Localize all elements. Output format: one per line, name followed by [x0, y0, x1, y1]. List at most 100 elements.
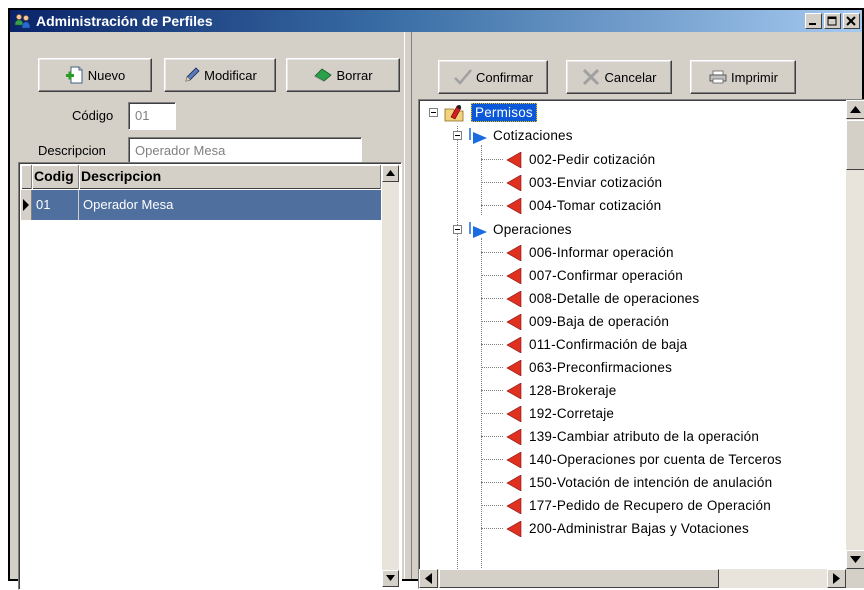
printer-icon	[709, 70, 727, 84]
profiles-grid: Codig Descripcion 01 Operador Mesa	[18, 162, 402, 590]
cell-codigo[interactable]: 01	[32, 190, 79, 220]
title-bar[interactable]: Administración de Perfiles	[10, 10, 862, 32]
group-collapse-icon[interactable]	[453, 131, 462, 140]
tree-item[interactable]: 002-Pedir cotización	[505, 148, 655, 171]
cell-descripcion[interactable]: Operador Mesa	[79, 190, 381, 220]
imprimir-label: Imprimir	[731, 69, 778, 85]
root-collapse-icon[interactable]	[429, 108, 438, 117]
permission-item-icon	[506, 520, 522, 537]
new-document-icon	[65, 66, 83, 84]
cancelar-button[interactable]: Cancelar	[566, 60, 672, 94]
tree-item[interactable]: 192-Corretaje	[505, 402, 614, 425]
scroll-down-icon[interactable]	[846, 550, 864, 569]
codigo-field[interactable]: 01	[128, 102, 176, 130]
grid-header: Codig Descripcion	[21, 165, 381, 189]
tree-item[interactable]: 128-Brokeraje	[505, 379, 616, 402]
tree-item-label: 150-Votación de intención de anulación	[529, 475, 773, 490]
modificar-button[interactable]: Modificar	[164, 58, 276, 92]
hscroll-thumb[interactable]	[439, 569, 719, 588]
permission-item-icon	[506, 267, 522, 284]
confirmar-button[interactable]: Confirmar	[438, 60, 548, 94]
tree-item[interactable]: 140-Operaciones por cuenta de Terceros	[505, 448, 782, 471]
tree-root-node[interactable]: Permisos	[443, 101, 537, 124]
tree-item[interactable]: 004-Tomar cotización	[505, 194, 661, 217]
modificar-label: Modificar	[204, 67, 257, 83]
tree-item-label: 007-Confirmar operación	[529, 268, 683, 283]
tree-item[interactable]: 007-Confirmar operación	[505, 264, 683, 287]
tree-item-label: 192-Corretaje	[529, 406, 615, 421]
tree-root-label: Permisos	[471, 103, 537, 122]
profiles-panel: Nuevo Modificar Borrar Código 01 Descrip…	[10, 32, 404, 590]
scroll-down-icon[interactable]	[382, 570, 399, 587]
eraser-icon	[314, 68, 333, 82]
tree-item-label: 009-Baja de operación	[529, 314, 670, 329]
tree-item-label: 003-Enviar cotización	[529, 175, 663, 190]
tree-item-label: 177-Pedido de Recupero de Operación	[529, 498, 771, 513]
pencil-icon	[185, 67, 200, 82]
group-collapse-icon[interactable]	[453, 225, 462, 234]
tree-vertical-scrollbar[interactable]	[846, 100, 864, 569]
column-header-descripcion[interactable]: Descripcion	[79, 165, 381, 189]
permission-item-icon	[506, 497, 522, 514]
tree-group-operaciones[interactable]: Operaciones	[467, 218, 572, 241]
tree-item[interactable]: 150-Votación de intención de anulación	[505, 471, 772, 494]
grid-vertical-scrollbar[interactable]	[382, 165, 399, 587]
tree-group-cotizaciones[interactable]: Cotizaciones	[467, 124, 573, 147]
descripcion-label: Descripcion	[38, 143, 106, 158]
scroll-right-icon[interactable]	[827, 569, 846, 588]
permission-item-icon	[506, 359, 522, 376]
tree-item[interactable]: 063-Preconfirmaciones	[505, 356, 672, 379]
permissions-panel: Confirmar Cancelar Imprimir Permisos Cot…	[412, 32, 864, 589]
grid-indicator-header	[21, 165, 32, 189]
permission-item-icon	[506, 197, 522, 214]
scroll-up-icon[interactable]	[382, 165, 399, 182]
codigo-label: Código	[72, 108, 114, 123]
column-header-codigo[interactable]: Codig	[32, 165, 79, 189]
group-label: Cotizaciones	[493, 128, 573, 143]
tree-item[interactable]: 011-Confirmación de baja	[505, 333, 687, 356]
tree-item[interactable]: 177-Pedido de Recupero de Operación	[505, 494, 771, 517]
minimize-icon[interactable]	[805, 13, 822, 29]
confirmar-label: Confirmar	[475, 69, 534, 85]
scroll-left-icon[interactable]	[419, 569, 438, 588]
cancel-x-icon	[583, 68, 600, 86]
tree-item[interactable]: 139-Cambiar atributo de la operación	[505, 425, 759, 448]
group-label: Operaciones	[493, 222, 572, 237]
tree-item[interactable]: 009-Baja de operación	[505, 310, 669, 333]
permission-item-icon	[506, 428, 522, 445]
permission-item-icon	[506, 244, 522, 261]
table-row[interactable]: 01 Operador Mesa	[21, 190, 381, 220]
panel-splitter[interactable]	[404, 32, 412, 579]
permissions-tree: Permisos Cotizaciones 002-Pedir cotizaci…	[418, 99, 864, 589]
tree-horizontal-scrollbar[interactable]	[419, 569, 846, 588]
tree-item-label: 008-Detalle de operaciones	[529, 291, 700, 306]
tree-item[interactable]: 008-Detalle de operaciones	[505, 287, 699, 310]
window-title: Administración de Perfiles	[36, 13, 213, 29]
checkmark-icon	[454, 69, 472, 85]
permission-item-icon	[506, 313, 522, 330]
descripcion-field[interactable]: Operador Mesa	[128, 137, 362, 165]
permission-item-icon	[506, 382, 522, 399]
close-icon[interactable]	[843, 13, 860, 29]
users-icon	[14, 14, 31, 29]
restore-icon[interactable]	[824, 13, 841, 29]
borrar-label: Borrar	[336, 67, 373, 83]
tree-item[interactable]: 003-Enviar cotización	[505, 171, 662, 194]
tree-item-label: 200-Administrar Bajas y Votaciones	[529, 521, 749, 536]
permission-item-icon	[506, 474, 522, 491]
borrar-button[interactable]: Borrar	[286, 58, 400, 92]
imprimir-button[interactable]: Imprimir	[690, 60, 796, 94]
tree-item-label: 063-Preconfirmaciones	[529, 360, 673, 375]
scrollbar-corner	[846, 569, 864, 588]
tree-item[interactable]: 006-Informar operación	[505, 241, 674, 264]
permission-item-icon	[506, 290, 522, 307]
scroll-thumb[interactable]	[846, 120, 864, 170]
scroll-up-icon[interactable]	[846, 100, 864, 119]
tree-item[interactable]: 200-Administrar Bajas y Votaciones	[505, 517, 749, 540]
permission-item-icon	[506, 151, 522, 168]
permission-item-icon	[506, 174, 522, 191]
group-arrow-icon	[469, 127, 487, 144]
tree-item-label: 002-Pedir cotización	[529, 152, 656, 167]
nuevo-button[interactable]: Nuevo	[38, 58, 152, 92]
profiles-window: Administración de Perfiles Nuevo Modific…	[8, 8, 864, 590]
